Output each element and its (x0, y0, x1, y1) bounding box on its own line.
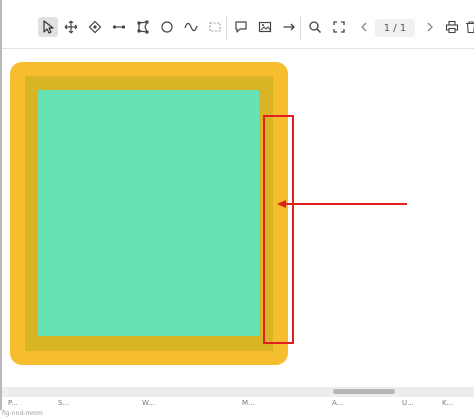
circle-icon (161, 21, 173, 33)
comment-tool-button[interactable] (231, 17, 251, 37)
toolbar-separator (300, 16, 301, 40)
footnote-text: fig-nnd-mmm (2, 410, 43, 417)
polygon-tool-button[interactable] (133, 17, 153, 37)
ellipse-tool-button[interactable] (157, 17, 177, 37)
delete-button[interactable] (461, 17, 474, 37)
line-segment-icon (112, 25, 126, 29)
trash-icon (466, 21, 474, 34)
chevron-right-icon (427, 22, 433, 32)
toolbar: 1 / 1 (2, 0, 474, 49)
chevron-left-icon (361, 22, 367, 32)
bottom-tab[interactable]: S... (58, 399, 69, 407)
bottom-tab[interactable]: P... (8, 399, 18, 407)
arrow-right-icon (283, 23, 295, 31)
bottom-tab[interactable]: A... (332, 399, 343, 407)
bottom-tab[interactable]: M... (242, 399, 255, 407)
bottom-tab[interactable]: K... (442, 399, 453, 407)
dashed-rectangle-icon (209, 22, 221, 32)
teal-fill-square[interactable] (38, 90, 259, 336)
wave-icon (184, 22, 198, 32)
image-icon (258, 21, 272, 33)
speech-bubble-icon (235, 21, 247, 33)
select-tool-button[interactable] (38, 17, 58, 37)
fullscreen-corners-icon (333, 21, 345, 33)
move-arrows-icon (64, 20, 78, 34)
cursor-icon (43, 20, 54, 34)
move-tool-button[interactable] (61, 17, 81, 37)
bottom-tab-strip: P... S... W... M... A... U... K... (2, 397, 474, 410)
magnifier-icon (309, 21, 322, 34)
printer-icon (445, 20, 459, 34)
diamond-point-icon (88, 20, 102, 34)
image-tool-button[interactable] (255, 17, 275, 37)
rectangle-tool-button[interactable] (205, 17, 225, 37)
page-indicator[interactable]: 1 / 1 (375, 19, 415, 37)
bottom-tab[interactable]: W... (142, 399, 155, 407)
previous-page-button[interactable] (354, 17, 374, 37)
zoom-tool-button[interactable] (305, 17, 325, 37)
print-button[interactable] (442, 17, 462, 37)
bottom-tab[interactable]: U... (402, 399, 414, 407)
toolbar-separator (226, 16, 227, 40)
next-page-button[interactable] (420, 17, 440, 37)
line-tool-button[interactable] (109, 17, 129, 37)
arrow-tool-button[interactable] (279, 17, 299, 37)
drawing-svg (10, 62, 407, 365)
horizontal-scrollbar-thumb[interactable] (333, 389, 395, 394)
drawing-canvas[interactable] (2, 49, 474, 387)
polygon-icon (137, 20, 149, 34)
point-tool-button[interactable] (85, 17, 105, 37)
fit-view-button[interactable] (329, 17, 349, 37)
freehand-tool-button[interactable] (181, 17, 201, 37)
horizontal-scrollbar[interactable] (2, 387, 474, 397)
